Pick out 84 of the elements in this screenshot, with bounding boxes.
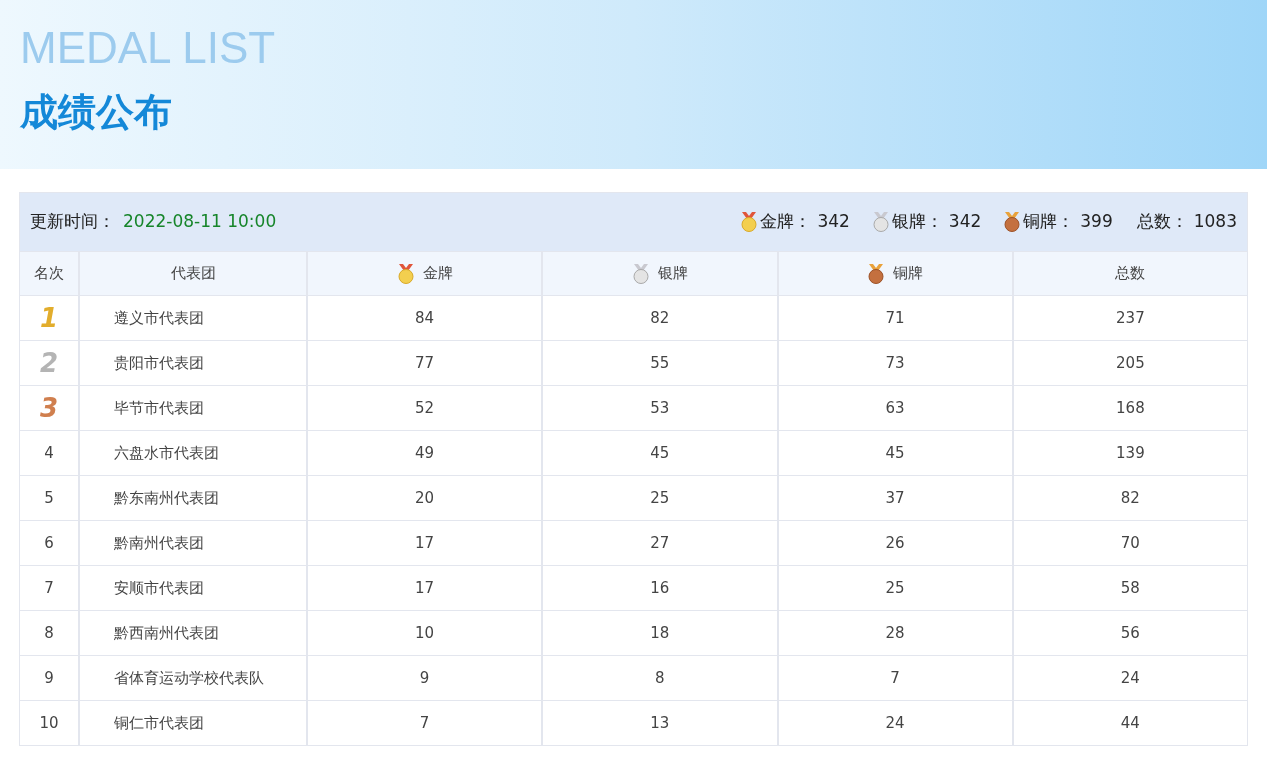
table-cell-text: 205	[1116, 352, 1145, 374]
table-cell-text: 53	[650, 397, 670, 419]
rank-number: 3	[39, 391, 59, 425]
table-cell-text: 82	[1120, 487, 1140, 509]
table-cell-text: 71	[885, 307, 905, 329]
team-name: 铜仁市代表团	[114, 712, 204, 734]
team-name: 黔西南州代表团	[114, 622, 219, 644]
team-name: 黔东南州代表团	[114, 487, 219, 509]
rank-number: 5	[44, 487, 54, 509]
table-cell-text: 58	[1120, 577, 1140, 599]
table-cell-text: 44	[1120, 712, 1140, 734]
table-cell-text: 82	[650, 307, 670, 329]
table-cell-text: 28	[885, 622, 905, 644]
table-cell-text: 10	[415, 622, 435, 644]
column-label: 代表团	[170, 263, 216, 285]
table-cell-text: 18	[650, 622, 670, 644]
rank-number: 8	[44, 622, 54, 644]
column-label: 金牌	[422, 263, 453, 285]
rank-number: 7	[44, 577, 54, 599]
update-time: 2022-08-11 10:00	[123, 210, 277, 234]
table-cell-text: 17	[415, 532, 435, 554]
banner-subtitle: MEDAL LIST	[20, 24, 277, 72]
update-label: 更新时间：	[30, 210, 115, 234]
medal-icon	[396, 263, 415, 284]
table-cell-text: 20	[415, 487, 435, 509]
rank-number: 1	[39, 301, 59, 335]
table-cell-text: 70	[1120, 532, 1140, 554]
table-cell-text: 168	[1116, 397, 1145, 419]
medal-icon	[631, 263, 650, 284]
table-cell-text: 7	[419, 712, 430, 734]
banner-title: 成绩公布	[20, 90, 173, 134]
rank-number: 10	[39, 712, 59, 734]
table-cell-text: 26	[885, 532, 905, 554]
table-cell-text: 237	[1116, 307, 1145, 329]
table-cell-text: 84	[415, 307, 435, 329]
rank-number: 4	[44, 442, 54, 464]
table-cell-text: 77	[415, 352, 435, 374]
table-cell-text: 9	[419, 667, 430, 689]
table-cell-text: 24	[885, 712, 905, 734]
column-label: 铜牌	[893, 263, 924, 285]
table-cell-text: 52	[415, 397, 435, 419]
table-cell-text: 8	[655, 667, 665, 689]
table-cell-text: 24	[1120, 667, 1140, 689]
summary-label: 金牌：	[760, 210, 812, 234]
column-label: 名次	[34, 263, 64, 285]
medal-icon	[740, 212, 759, 232]
column-label: 总数	[1115, 263, 1146, 285]
column-label: 银牌	[657, 263, 688, 285]
summary-label: 铜牌：	[1023, 210, 1075, 234]
table-cell-text: 17	[415, 577, 435, 599]
table-cell-text: 13	[650, 712, 670, 734]
team-name: 安顺市代表团	[114, 577, 204, 599]
table-cell-text: 16	[650, 577, 670, 599]
summary-label: 总数：	[1136, 210, 1188, 234]
table-cell-text: 49	[415, 442, 435, 464]
medal-icon	[1003, 212, 1022, 232]
summary-value: 342	[948, 210, 982, 234]
summary-value: 342	[817, 210, 850, 234]
summary-value: 1083	[1193, 210, 1237, 234]
table-cell-text: 45	[650, 442, 670, 464]
table-cell-text: 27	[650, 532, 670, 554]
medal-icon	[871, 212, 890, 232]
summary-value: 399	[1080, 210, 1113, 234]
table-cell-text: 25	[650, 487, 670, 509]
table-cell-text: 55	[650, 352, 670, 374]
medal-icon	[867, 263, 886, 284]
team-name: 黔南州代表团	[114, 532, 204, 554]
rank-number: 2	[39, 346, 59, 380]
team-name: 毕节市代表团	[114, 397, 204, 419]
table-cell-text: 45	[885, 442, 905, 464]
team-name: 六盘水市代表团	[114, 442, 219, 464]
team-name: 贵阳市代表团	[114, 352, 204, 374]
table-cell-text: 56	[1120, 622, 1140, 644]
team-name: 省体育运动学校代表队	[114, 667, 264, 689]
table-cell-text: 73	[885, 352, 905, 374]
table-cell-text: 139	[1116, 442, 1145, 464]
rank-number: 6	[44, 532, 54, 554]
team-name: 遵义市代表团	[114, 307, 204, 329]
summary-label: 银牌：	[891, 210, 943, 234]
rank-number: 9	[44, 667, 54, 689]
table-cell-text: 37	[885, 487, 905, 509]
table-cell-text: 63	[885, 397, 905, 419]
table-cell-text: 7	[890, 667, 900, 689]
table-cell-text: 25	[885, 577, 905, 599]
